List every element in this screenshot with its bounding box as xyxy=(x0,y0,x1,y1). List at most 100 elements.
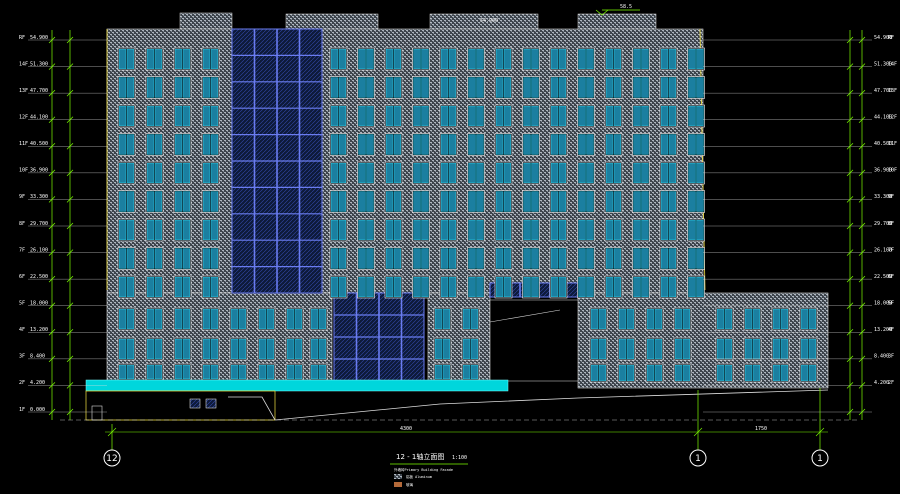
window-pane xyxy=(696,105,704,127)
window xyxy=(384,161,403,185)
window-pane xyxy=(550,162,559,184)
floor-label-left: 13F xyxy=(19,88,28,94)
window xyxy=(687,247,705,270)
window xyxy=(173,76,192,99)
window-pane xyxy=(440,162,449,184)
window-pane xyxy=(696,276,704,298)
window-pane xyxy=(660,219,669,241)
window-pane xyxy=(182,248,191,269)
legend-line-3: 玻璃 xyxy=(406,482,414,487)
window-pane xyxy=(421,191,429,212)
window-pane xyxy=(210,338,219,360)
window-pane xyxy=(641,105,649,127)
window-pane xyxy=(258,308,267,330)
window-pane xyxy=(210,219,219,241)
window-pane xyxy=(503,77,512,98)
window-pane xyxy=(330,219,339,241)
window-pane xyxy=(646,364,655,382)
legend-swatch-tile xyxy=(394,474,402,479)
floor-label-left: 11F xyxy=(19,141,28,147)
window xyxy=(715,307,734,331)
window-pane xyxy=(598,364,607,382)
window xyxy=(549,47,568,71)
window-pane xyxy=(503,134,512,155)
window xyxy=(357,190,375,213)
window-pane xyxy=(495,219,504,241)
window-pane xyxy=(318,338,327,360)
window-pane xyxy=(578,162,586,184)
window-pane xyxy=(202,191,211,212)
window xyxy=(117,218,136,242)
window-pane xyxy=(434,308,443,330)
window xyxy=(145,104,164,128)
window xyxy=(201,190,220,213)
window-pane xyxy=(613,48,622,70)
window-pane xyxy=(174,48,183,70)
window xyxy=(494,161,513,185)
window xyxy=(673,363,692,383)
window-pane xyxy=(126,276,135,298)
window-pane xyxy=(413,276,421,298)
window-pane xyxy=(503,219,512,241)
window-pane xyxy=(668,105,677,127)
window-pane xyxy=(578,219,586,241)
window xyxy=(201,104,220,128)
window-pane xyxy=(154,48,163,70)
window xyxy=(145,47,164,71)
window-pane xyxy=(772,338,781,360)
floor-label-right: RF xyxy=(888,35,894,41)
window-pane xyxy=(202,162,211,184)
window xyxy=(173,337,192,361)
window-pane xyxy=(613,219,622,241)
window-pane xyxy=(174,308,183,330)
window xyxy=(687,47,705,71)
window-pane xyxy=(531,248,539,269)
roof-block-1 xyxy=(179,12,233,32)
window-pane xyxy=(338,48,347,70)
level-label-left: 44.100 xyxy=(30,115,48,121)
window-pane xyxy=(646,338,655,360)
window-pane xyxy=(210,134,219,155)
window-pane xyxy=(633,134,641,155)
floor-label-left: 1F xyxy=(19,407,25,413)
window xyxy=(384,133,403,156)
window xyxy=(117,47,136,71)
window-pane xyxy=(202,48,211,70)
window xyxy=(461,363,480,381)
level-label-right: 8.400 xyxy=(874,354,889,360)
window-pane xyxy=(668,276,677,298)
window-pane xyxy=(393,48,402,70)
level-label-left: 8.400 xyxy=(30,354,45,360)
window xyxy=(384,247,403,270)
window xyxy=(604,218,623,242)
window-pane xyxy=(688,219,696,241)
window-pane xyxy=(338,77,347,98)
window-pane xyxy=(476,276,484,298)
window xyxy=(229,307,248,331)
level-label-left: 26.100 xyxy=(30,247,48,253)
window xyxy=(589,307,608,331)
window xyxy=(173,363,192,381)
window-pane xyxy=(266,364,275,380)
level-label-right: 4.200 xyxy=(874,380,889,386)
window-pane xyxy=(202,134,211,155)
floor-label-left: 6F xyxy=(19,274,25,280)
window-pane xyxy=(558,77,567,98)
window-pane xyxy=(126,48,135,70)
window xyxy=(645,307,664,331)
window-pane xyxy=(358,48,366,70)
window xyxy=(173,218,192,242)
window xyxy=(522,133,540,156)
window-pane xyxy=(154,134,163,155)
floor-label-right: 7F xyxy=(888,247,894,253)
window-pane xyxy=(358,191,366,212)
window xyxy=(522,218,540,242)
window xyxy=(145,247,164,270)
window xyxy=(467,190,485,213)
window-pane xyxy=(154,338,163,360)
window xyxy=(494,104,513,128)
window xyxy=(604,247,623,270)
window xyxy=(117,76,136,99)
window-pane xyxy=(210,308,219,330)
window-pane xyxy=(613,77,622,98)
